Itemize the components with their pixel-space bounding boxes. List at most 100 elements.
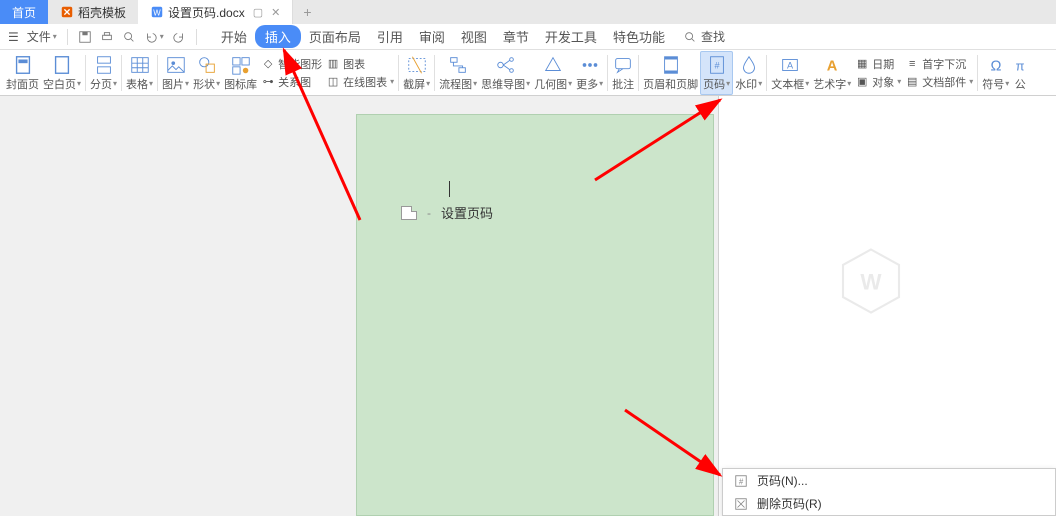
svg-text:#: # xyxy=(714,60,720,70)
context-delete-label: 删除页码(R) xyxy=(757,495,822,512)
online-chart-icon: ◫ xyxy=(326,75,340,89)
cover-page-button[interactable]: 封面页 xyxy=(4,52,41,94)
side-panel: W xyxy=(718,96,1056,516)
redo-icon[interactable] xyxy=(170,30,188,44)
watermark-icon xyxy=(738,54,760,76)
symbol-button[interactable]: Ω 符号▾ xyxy=(980,52,1011,94)
header-footer-button[interactable]: 页眉和页脚 xyxy=(641,52,700,94)
tab-close-icon[interactable]: ✕ xyxy=(271,6,280,19)
menu-icon[interactable]: ☰ xyxy=(6,30,21,44)
tab-home[interactable]: 首页 xyxy=(0,0,48,24)
tab-review[interactable]: 审阅 xyxy=(411,25,453,48)
more-button[interactable]: 更多▾ xyxy=(574,52,605,94)
ribbon-tabs: 开始 插入 页面布局 引用 审阅 视图 章节 开发工具 特色功能 xyxy=(213,25,673,48)
icon-lib-button[interactable]: 图标库 xyxy=(222,52,259,94)
table-icon xyxy=(129,54,151,76)
object-button[interactable]: ▣对象▾ xyxy=(855,74,901,90)
flowchart-icon xyxy=(447,54,469,76)
document-tabs: 首页 稻壳模板 W 设置页码.docx ▢ ✕ + xyxy=(0,0,1056,24)
svg-text:π: π xyxy=(1016,58,1025,73)
document-canvas[interactable]: - 设置页码 W # 页码(N)... 删除页码(R) xyxy=(0,96,1056,516)
tab-ref[interactable]: 引用 xyxy=(369,25,411,48)
context-pagenum-icon: # xyxy=(733,473,749,489)
blank-page-icon xyxy=(51,54,73,76)
context-delete-page-number[interactable]: 删除页码(R) xyxy=(723,492,1055,515)
wps-logo-icon: W xyxy=(836,246,906,316)
symbol-icon: Ω xyxy=(985,54,1007,76)
toolbar-row: ☰ 文件▾ ▾ 开始 插入 页面布局 引用 审阅 视图 章节 开发工具 特色功能… xyxy=(0,24,1056,50)
context-page-number[interactable]: # 页码(N)... xyxy=(723,469,1055,492)
relation-icon: ⊶ xyxy=(261,75,275,89)
tab-template-label: 稻壳模板 xyxy=(78,4,126,21)
image-icon xyxy=(165,54,187,76)
object-icon: ▣ xyxy=(855,75,869,89)
icon-lib-icon xyxy=(230,54,252,76)
context-delete-icon xyxy=(733,496,749,512)
template-icon xyxy=(60,5,74,19)
smart-shape-icon: ◇ xyxy=(261,57,275,71)
context-pagenum-label: 页码(N)... xyxy=(757,472,808,489)
date-icon: ▦ xyxy=(855,57,869,71)
tab-window-icon[interactable]: ▢ xyxy=(253,6,263,19)
more-icon xyxy=(579,54,601,76)
blank-page-button[interactable]: 空白页▾ xyxy=(41,52,83,94)
page-body-text: 设置页码 xyxy=(441,203,493,222)
watermark-button[interactable]: 水印▾ xyxy=(733,52,764,94)
page-number-button[interactable]: # 页码▾ xyxy=(700,51,733,95)
screenshot-icon xyxy=(406,54,428,76)
tab-start[interactable]: 开始 xyxy=(213,25,255,48)
tab-insert[interactable]: 插入 xyxy=(255,25,301,48)
equation-button[interactable]: π 公 xyxy=(1011,52,1029,94)
equation-icon: π xyxy=(1011,54,1029,76)
preview-icon[interactable] xyxy=(120,30,138,44)
tab-template[interactable]: 稻壳模板 xyxy=(48,0,138,24)
svg-text:W: W xyxy=(153,9,161,18)
page-number-context-menu: # 页码(N)... 删除页码(R) xyxy=(722,468,1056,516)
docparts-button[interactable]: ▤文档部件▾ xyxy=(905,74,973,90)
new-tab-button[interactable]: + xyxy=(303,4,311,20)
chart-icon: ▥ xyxy=(326,57,340,71)
screenshot-button[interactable]: 截屏▾ xyxy=(401,52,432,94)
mindmap-button[interactable]: 思维导图▾ xyxy=(479,52,532,94)
tab-view[interactable]: 视图 xyxy=(453,25,495,48)
tab-document[interactable]: W 设置页码.docx ▢ ✕ xyxy=(138,0,293,24)
tab-chapter[interactable]: 章节 xyxy=(495,25,537,48)
save-icon[interactable] xyxy=(76,30,94,44)
online-chart-button[interactable]: ◫在线图表▾ xyxy=(326,74,394,90)
word-doc-icon: W xyxy=(150,5,164,19)
dropcap-icon: ≡ xyxy=(905,57,919,71)
ribbon: 封面页 空白页▾ 分页▾ 表格▾ 图片▾ 形状▾ 图标库 ◇智能图形 ⊶关系图 … xyxy=(0,50,1056,96)
chart-button[interactable]: ▥图表 xyxy=(326,56,394,72)
dropcap-button[interactable]: ≡首字下沉 xyxy=(905,56,973,72)
shape-icon xyxy=(196,54,218,76)
flowchart-button[interactable]: 流程图▾ xyxy=(437,52,479,94)
geometry-icon xyxy=(542,54,564,76)
cover-icon xyxy=(12,54,34,76)
page-break-button[interactable]: 分页▾ xyxy=(88,52,119,94)
file-menu[interactable]: 文件▾ xyxy=(25,28,59,45)
search-box[interactable]: 查找 xyxy=(683,28,725,45)
textbox-button[interactable]: A 文本框▾ xyxy=(769,52,811,94)
comment-button[interactable]: 批注 xyxy=(610,52,636,94)
shape-button[interactable]: 形状▾ xyxy=(191,52,222,94)
svg-text:A: A xyxy=(787,60,794,70)
print-icon[interactable] xyxy=(98,30,116,44)
wordart-icon: A xyxy=(821,54,843,76)
svg-text:A: A xyxy=(827,58,838,74)
tab-layout[interactable]: 页面布局 xyxy=(301,25,369,48)
page-dash: - xyxy=(427,206,431,220)
smart-shape-button[interactable]: ◇智能图形 xyxy=(261,56,322,72)
wordart-button[interactable]: A 艺术字▾ xyxy=(811,52,853,94)
undo-icon[interactable]: ▾ xyxy=(142,30,166,44)
table-button[interactable]: 表格▾ xyxy=(124,52,155,94)
search-icon xyxy=(683,30,697,44)
tab-special[interactable]: 特色功能 xyxy=(605,25,673,48)
tab-dev[interactable]: 开发工具 xyxy=(537,25,605,48)
geometry-button[interactable]: 几何图▾ xyxy=(532,52,574,94)
date-button[interactable]: ▦日期 xyxy=(855,56,901,72)
relation-button[interactable]: ⊶关系图 xyxy=(261,74,322,90)
svg-text:Ω: Ω xyxy=(990,58,1001,74)
svg-text:W: W xyxy=(860,269,882,294)
image-button[interactable]: 图片▾ xyxy=(160,52,191,94)
page[interactable]: - 设置页码 xyxy=(356,114,714,516)
